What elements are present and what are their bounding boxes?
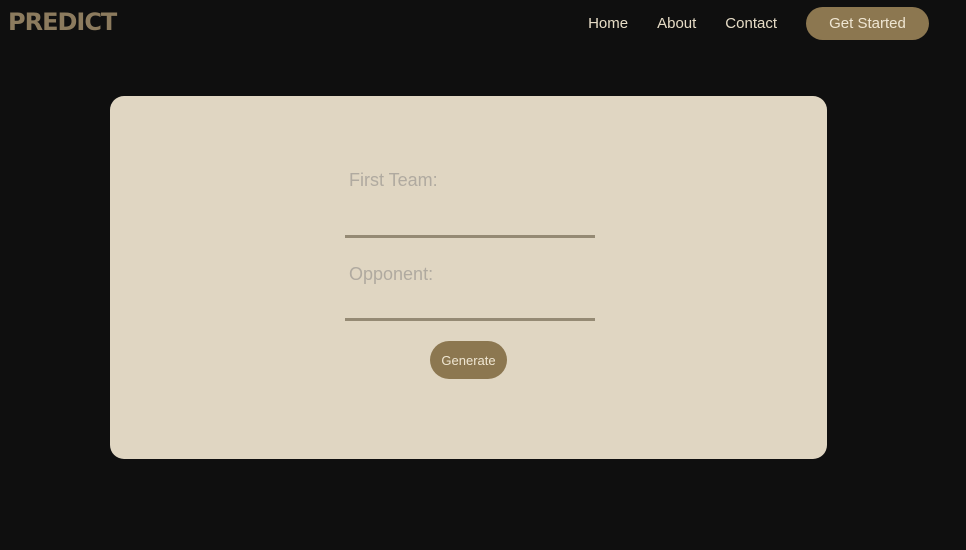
navbar: PREDICT Home About Contact Get Started [0,0,966,48]
nav-link-about[interactable]: About [657,15,696,32]
opponent-field: Opponent: [345,262,595,321]
opponent-input[interactable] [345,290,595,321]
prediction-form-card: First Team: Opponent: Generate [110,96,827,459]
get-started-button[interactable]: Get Started [806,7,929,40]
first-team-field: First Team: [345,168,595,238]
nav-links: Home About Contact Get Started [588,7,929,40]
first-team-label: First Team: [349,170,438,190]
generate-button[interactable]: Generate [430,341,507,379]
brand-logo[interactable]: PREDICT [8,8,117,36]
opponent-label: Opponent: [349,264,434,284]
nav-link-contact[interactable]: Contact [725,15,777,32]
first-team-input[interactable] [345,198,595,238]
nav-link-home[interactable]: Home [588,15,628,32]
